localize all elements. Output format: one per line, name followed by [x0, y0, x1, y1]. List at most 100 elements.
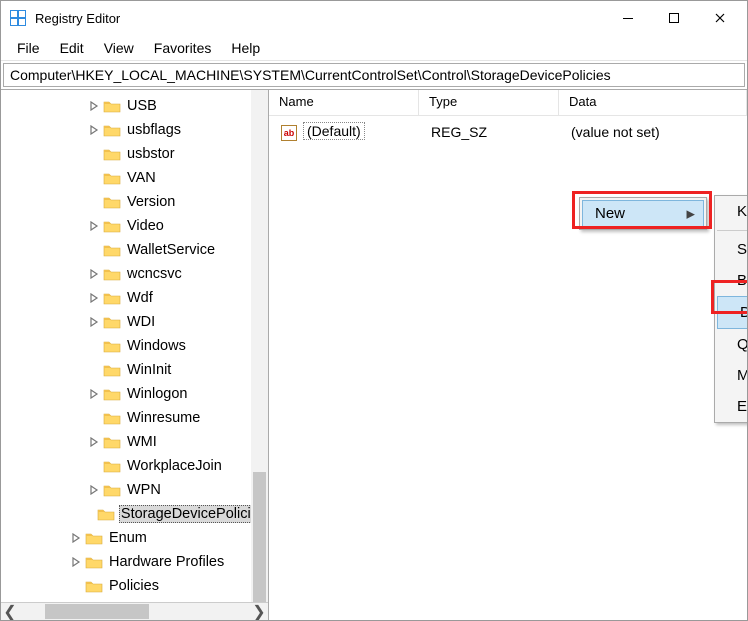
- tree-item[interactable]: Winresume: [1, 406, 268, 430]
- expand-chevron-icon: [87, 195, 101, 209]
- window-title: Registry Editor: [35, 11, 605, 26]
- expand-chevron-icon[interactable]: [87, 315, 101, 329]
- expand-chevron-icon[interactable]: [87, 291, 101, 305]
- folder-icon: [85, 531, 103, 545]
- tree-item-label: wcncsvc: [125, 266, 184, 282]
- tree-item[interactable]: Hardware Profiles: [1, 550, 268, 574]
- tree-item-label: Windows: [125, 338, 188, 354]
- context-item-new[interactable]: New ▶: [582, 200, 704, 227]
- tree-item-label: Wdf: [125, 290, 155, 306]
- column-header-type[interactable]: Type: [419, 90, 559, 115]
- folder-icon: [103, 99, 121, 113]
- menu-favorites[interactable]: Favorites: [144, 38, 222, 58]
- close-button[interactable]: [697, 3, 743, 33]
- context-item[interactable]: Expandable String Value: [715, 391, 747, 422]
- expand-chevron-icon: [87, 171, 101, 185]
- expand-chevron-icon: [69, 579, 83, 593]
- tree-item[interactable]: WDI: [1, 310, 268, 334]
- folder-icon: [103, 267, 121, 281]
- scroll-left-button[interactable]: ❮: [1, 603, 19, 620]
- tree-item[interactable]: StorageDevicePolicies: [1, 502, 268, 526]
- tree-item[interactable]: WMI: [1, 430, 268, 454]
- address-bar[interactable]: Computer\HKEY_LOCAL_MACHINE\SYSTEM\Curre…: [3, 63, 745, 87]
- titlebar[interactable]: Registry Editor: [1, 1, 747, 35]
- tree-item[interactable]: Policies: [1, 574, 268, 598]
- folder-icon: [103, 195, 121, 209]
- context-item[interactable]: Key: [715, 196, 747, 227]
- tree-item[interactable]: WorkplaceJoin: [1, 454, 268, 478]
- tree-item[interactable]: wcncsvc: [1, 262, 268, 286]
- tree-item-label: Hardware Profiles: [107, 554, 226, 570]
- expand-chevron-icon[interactable]: [87, 219, 101, 233]
- folder-icon: [103, 291, 121, 305]
- tree-item[interactable]: USB: [1, 94, 268, 118]
- tree-item[interactable]: Winlogon: [1, 382, 268, 406]
- folder-icon: [103, 315, 121, 329]
- tree-item-label: WinInit: [125, 362, 173, 378]
- context-item[interactable]: String Value: [715, 234, 747, 265]
- folder-icon: [103, 363, 121, 377]
- column-header-name[interactable]: Name: [269, 90, 419, 115]
- tree-item-label: WalletService: [125, 242, 217, 258]
- scrollbar-thumb[interactable]: [45, 604, 149, 619]
- cell-data: (value not set): [561, 124, 745, 140]
- context-item-label: New: [595, 205, 625, 222]
- scrollbar-track[interactable]: [19, 603, 250, 620]
- context-item[interactable]: QWORD (64-bit) Value: [715, 329, 747, 360]
- expand-chevron-icon[interactable]: [69, 555, 83, 569]
- string-value-icon: ab: [281, 125, 297, 141]
- tree-item[interactable]: usbflags: [1, 118, 268, 142]
- folder-icon: [103, 243, 121, 257]
- folder-icon: [103, 123, 121, 137]
- tree-vertical-scrollbar[interactable]: [251, 90, 268, 602]
- tree-item[interactable]: WinInit: [1, 358, 268, 382]
- column-header-data[interactable]: Data: [559, 90, 747, 115]
- menu-file[interactable]: File: [7, 38, 50, 58]
- expand-chevron-icon[interactable]: [87, 435, 101, 449]
- tree-item[interactable]: Version: [1, 190, 268, 214]
- list-header: Name Type Data: [269, 90, 747, 116]
- tree-item-label: WMI: [125, 434, 159, 450]
- tree-item[interactable]: Windows: [1, 334, 268, 358]
- context-submenu-new: Key String ValueBinary ValueDWORD (32-bit…: [714, 195, 747, 423]
- menu-help[interactable]: Help: [221, 38, 270, 58]
- tree-item-label: Winresume: [125, 410, 202, 426]
- context-item[interactable]: Binary Value: [715, 265, 747, 296]
- tree-item-label: USB: [125, 98, 159, 114]
- tree-item[interactable]: WPN: [1, 478, 268, 502]
- scroll-right-button[interactable]: ❯: [250, 603, 268, 620]
- cell-type: REG_SZ: [421, 124, 561, 140]
- expand-chevron-icon[interactable]: [87, 123, 101, 137]
- tree-item[interactable]: VAN: [1, 166, 268, 190]
- expand-chevron-icon[interactable]: [87, 483, 101, 497]
- folder-icon: [97, 507, 115, 521]
- tree-item[interactable]: Enum: [1, 526, 268, 550]
- folder-icon: [103, 339, 121, 353]
- context-item[interactable]: Multi-String Value: [715, 360, 747, 391]
- tree-item[interactable]: usbstor: [1, 142, 268, 166]
- tree-item-label: Policies: [107, 578, 161, 594]
- tree-item[interactable]: Video: [1, 214, 268, 238]
- maximize-button[interactable]: [651, 3, 697, 33]
- scrollbar-thumb[interactable]: [253, 472, 266, 602]
- cell-name: ab(Default): [271, 123, 421, 141]
- tree-item-label: usbstor: [125, 146, 177, 162]
- expand-chevron-icon[interactable]: [87, 99, 101, 113]
- tree[interactable]: USB usbflags usbstor VAN Version Video WalletS…: [1, 90, 268, 602]
- list-row[interactable]: ab(Default)REG_SZ(value not set): [271, 120, 745, 144]
- tree-item[interactable]: WalletService: [1, 238, 268, 262]
- minimize-button[interactable]: [605, 3, 651, 33]
- tree-item-label: Winlogon: [125, 386, 189, 402]
- tree-item[interactable]: Wdf: [1, 286, 268, 310]
- expand-chevron-icon[interactable]: [87, 387, 101, 401]
- context-item[interactable]: DWORD (32-bit) Value: [717, 296, 747, 329]
- menu-view[interactable]: View: [94, 38, 144, 58]
- expand-chevron-icon[interactable]: [87, 267, 101, 281]
- folder-icon: [103, 147, 121, 161]
- list-body[interactable]: ab(Default)REG_SZ(value not set): [269, 116, 747, 148]
- tree-item-label: Version: [125, 194, 177, 210]
- tree-horizontal-scrollbar[interactable]: ❮ ❯: [1, 602, 268, 620]
- expand-chevron-icon[interactable]: [69, 531, 83, 545]
- tree-item-label: VAN: [125, 170, 158, 186]
- menu-edit[interactable]: Edit: [50, 38, 94, 58]
